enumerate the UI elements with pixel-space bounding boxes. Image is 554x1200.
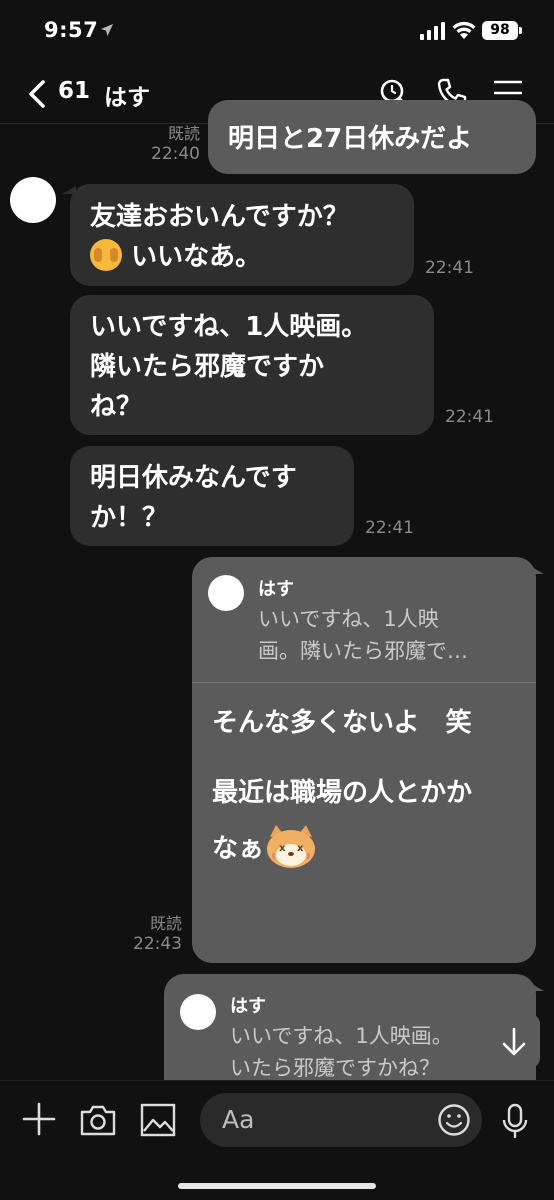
plus-icon[interactable] xyxy=(22,1102,56,1136)
message-body: そんな多くないよ 笑 最近は職場の人とかか なぁ x x xyxy=(212,695,532,877)
message-meta: 既読 22:40 xyxy=(130,124,200,164)
message-line: 隣いたら邪魔ですか xyxy=(90,352,325,382)
message-line: 明日休みなんです xyxy=(90,463,297,493)
status-bar: 9:57 98 xyxy=(0,0,554,62)
home-indicator xyxy=(178,1183,376,1189)
message-line: 最近は職場の人とかか xyxy=(212,778,473,808)
camera-icon[interactable] xyxy=(80,1104,116,1136)
message-time: 22:41 xyxy=(365,518,414,538)
wifi-icon xyxy=(452,21,476,39)
quote-line: いいですね、1人映 xyxy=(258,607,439,631)
quote-avatar xyxy=(180,994,216,1030)
quote-line: 画。隣いたら邪魔で… xyxy=(258,639,468,663)
message-line-with-sticker: なぁ x x xyxy=(212,821,532,877)
message-line: いいですね、1人映画。 xyxy=(90,312,368,342)
outgoing-reply-message[interactable]: はす いいですね、1人映 画。隣いたら邪魔で… そんな多くないよ 笑 最近は職場… xyxy=(192,557,536,963)
outgoing-message[interactable]: 明日と27日休みだよ xyxy=(208,100,536,174)
scroll-to-bottom-button[interactable] xyxy=(488,1014,540,1068)
quoted-message[interactable]: はす いいですね、1人映 画。隣いたら邪魔で… xyxy=(192,557,536,683)
message-line: なぁ xyxy=(212,834,265,864)
quote-line: いいですね、1人映画。 xyxy=(230,1024,453,1048)
bubble-tail xyxy=(530,983,544,991)
arrow-down-icon xyxy=(502,1027,526,1056)
quote-sender: はす xyxy=(258,579,294,600)
quote-avatar xyxy=(208,575,244,611)
svg-text:x: x xyxy=(279,843,286,854)
dog-emoji-icon: xx xyxy=(267,825,316,868)
message-line: そんな多くないよ 笑 xyxy=(212,708,472,738)
bubble-tail xyxy=(530,566,544,574)
read-receipt: 既読 xyxy=(167,124,200,143)
message-line: ね？ xyxy=(90,392,143,422)
back-unread-count[interactable]: 61 xyxy=(58,78,90,104)
message-time: 22:43 xyxy=(133,934,182,954)
back-chevron-icon[interactable] xyxy=(26,79,48,109)
incoming-message[interactable]: いいですね、1人映画。 隣いたら邪魔ですか ね？ xyxy=(70,295,434,435)
message-input-bar: Aa xyxy=(0,1080,554,1200)
quote-text: いいですね、1人映 画。隣いたら邪魔で… xyxy=(258,603,528,667)
message-input-placeholder: Aa xyxy=(222,1105,255,1134)
mic-icon[interactable] xyxy=(501,1103,529,1139)
chat-title: はす xyxy=(104,85,150,111)
message-line: いいなあ。 xyxy=(131,242,262,272)
quote-text: いいですね、1人映画。 いたら邪魔ですかね？ xyxy=(230,1020,530,1084)
battery-indicator: 98 xyxy=(482,21,522,40)
message-line: か！？ xyxy=(90,503,169,533)
signal-icon xyxy=(420,22,445,40)
image-icon[interactable] xyxy=(140,1103,176,1137)
message-meta: 既読 22:43 xyxy=(112,914,182,954)
message-time: 22:41 xyxy=(425,258,474,278)
message-time: 22:40 xyxy=(151,144,200,164)
message-line-with-emoji: いいなあ。 xyxy=(90,234,394,280)
location-arrow-icon xyxy=(101,24,113,36)
message-input[interactable]: Aa xyxy=(200,1093,482,1147)
incoming-message[interactable]: 友達おおいんですか？ いいなあ。 xyxy=(70,184,414,286)
message-text: 明日と27日休みだよ xyxy=(228,124,473,154)
incoming-message[interactable]: 明日休みなんです か！？ xyxy=(70,446,354,546)
quote-sender: はす xyxy=(230,996,266,1017)
svg-text:x: x xyxy=(297,843,304,854)
message-time: 22:41 xyxy=(445,407,494,427)
avatar[interactable] xyxy=(10,177,56,223)
smiley-icon[interactable] xyxy=(437,1103,471,1137)
status-time: 9:57 xyxy=(44,18,99,42)
read-receipt: 既読 xyxy=(149,914,182,933)
shocked-face-emoji-icon xyxy=(90,239,122,271)
